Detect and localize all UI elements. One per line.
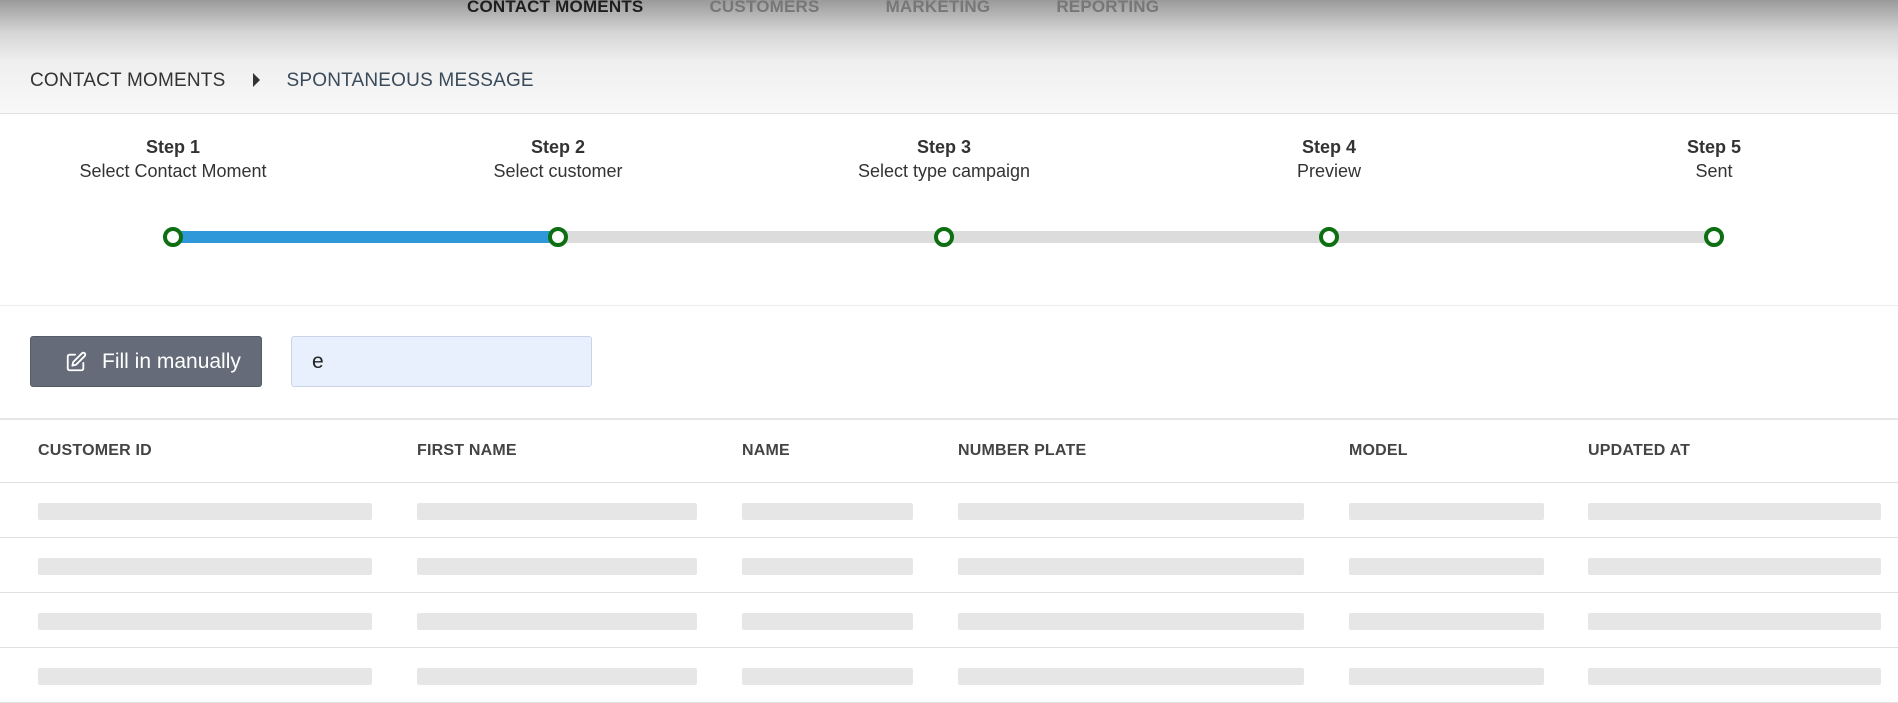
breadcrumb: CONTACT MOMENTS SPONTANEOUS MESSAGE <box>30 70 534 92</box>
step-5-number: Step 5 <box>1686 137 1742 157</box>
edit-icon <box>65 351 87 373</box>
step-1: Step 1 Select Contact Moment <box>23 136 323 184</box>
step-1-number: Step 1 <box>145 137 201 157</box>
loading-placeholder <box>1588 558 1881 575</box>
step-4: Step 4 Preview <box>1179 136 1479 184</box>
step-5-dot[interactable] <box>1704 227 1724 247</box>
loading-placeholder <box>1349 668 1544 685</box>
loading-placeholder <box>1588 503 1881 520</box>
step-2: Step 2 Select customer <box>408 136 708 184</box>
nav-item-contact-moments[interactable]: CONTACT MOMENTS <box>467 0 643 14</box>
step-2-label: Select customer <box>493 161 623 181</box>
column-header-first-name[interactable]: FIRST NAME <box>417 442 517 460</box>
breadcrumb-root[interactable]: CONTACT MOMENTS <box>30 70 225 92</box>
column-header-customer-id[interactable]: CUSTOMER ID <box>38 442 152 460</box>
table-row[interactable] <box>0 483 1898 538</box>
loading-placeholder <box>742 503 913 520</box>
table-body <box>0 483 1898 703</box>
loading-placeholder <box>38 668 372 685</box>
step-4-dot[interactable] <box>1319 227 1339 247</box>
step-5: Step 5 Sent <box>1564 136 1864 184</box>
loading-placeholder <box>958 668 1304 685</box>
step-3-number: Step 3 <box>916 137 972 157</box>
table-row[interactable] <box>0 538 1898 593</box>
nav-item-marketing[interactable]: MARKETING <box>886 0 991 14</box>
step-5-label: Sent <box>1695 161 1733 181</box>
column-header-number-plate[interactable]: NUMBER PLATE <box>958 442 1086 460</box>
breadcrumb-arrow-icon <box>253 73 261 87</box>
loading-placeholder <box>742 613 913 630</box>
loading-placeholder <box>417 613 697 630</box>
fill-in-manually-label: Fill in manually <box>102 349 241 373</box>
step-2-number: Step 2 <box>530 137 586 157</box>
table-row[interactable] <box>0 648 1898 703</box>
loading-placeholder <box>958 503 1304 520</box>
step-2-dot[interactable] <box>548 227 568 247</box>
table-header: CUSTOMER ID FIRST NAME NAME NUMBER PLATE… <box>0 420 1898 483</box>
step-4-label: Preview <box>1296 161 1362 181</box>
step-4-number: Step 4 <box>1301 137 1357 157</box>
nav-item-customers[interactable]: CUSTOMERS <box>709 0 819 14</box>
loading-placeholder <box>1349 613 1544 630</box>
loading-placeholder <box>1588 668 1881 685</box>
toolbar: Fill in manually <box>0 305 1898 420</box>
customer-search-input[interactable] <box>291 336 592 387</box>
step-1-label: Select Contact Moment <box>79 161 267 181</box>
wizard-stepper: Step 1 Select Contact Moment Step 2 Sele… <box>0 114 1898 306</box>
loading-placeholder <box>417 503 697 520</box>
step-3-label: Select type campaign <box>857 161 1031 181</box>
breadcrumb-current: SPONTANEOUS MESSAGE <box>286 70 534 91</box>
loading-placeholder <box>38 503 372 520</box>
loading-placeholder <box>38 613 372 630</box>
fill-in-manually-button[interactable]: Fill in manually <box>30 336 262 387</box>
loading-placeholder <box>958 558 1304 575</box>
nav-item-reporting[interactable]: REPORTING <box>1056 0 1159 14</box>
loading-placeholder <box>1349 503 1544 520</box>
customer-table: CUSTOMER ID FIRST NAME NAME NUMBER PLATE… <box>0 420 1898 703</box>
loading-placeholder <box>742 558 913 575</box>
loading-placeholder <box>742 668 913 685</box>
table-row[interactable] <box>0 593 1898 648</box>
step-3: Step 3 Select type campaign <box>794 136 1094 184</box>
loading-placeholder <box>1588 613 1881 630</box>
loading-placeholder <box>38 558 372 575</box>
loading-placeholder <box>958 613 1304 630</box>
loading-placeholder <box>417 558 697 575</box>
progress-fill <box>173 231 559 243</box>
column-header-updated-at[interactable]: UPDATED AT <box>1588 442 1690 460</box>
loading-placeholder <box>1349 558 1544 575</box>
column-header-name[interactable]: NAME <box>742 442 790 460</box>
step-1-dot[interactable] <box>163 227 183 247</box>
loading-placeholder <box>417 668 697 685</box>
top-navigation: CONTACT MOMENTS CUSTOMERS MARKETING REPO… <box>467 0 1225 14</box>
step-3-dot[interactable] <box>934 227 954 247</box>
app-header: CONTACT MOMENTS CUSTOMERS MARKETING REPO… <box>0 0 1898 114</box>
column-header-model[interactable]: MODEL <box>1349 442 1408 460</box>
